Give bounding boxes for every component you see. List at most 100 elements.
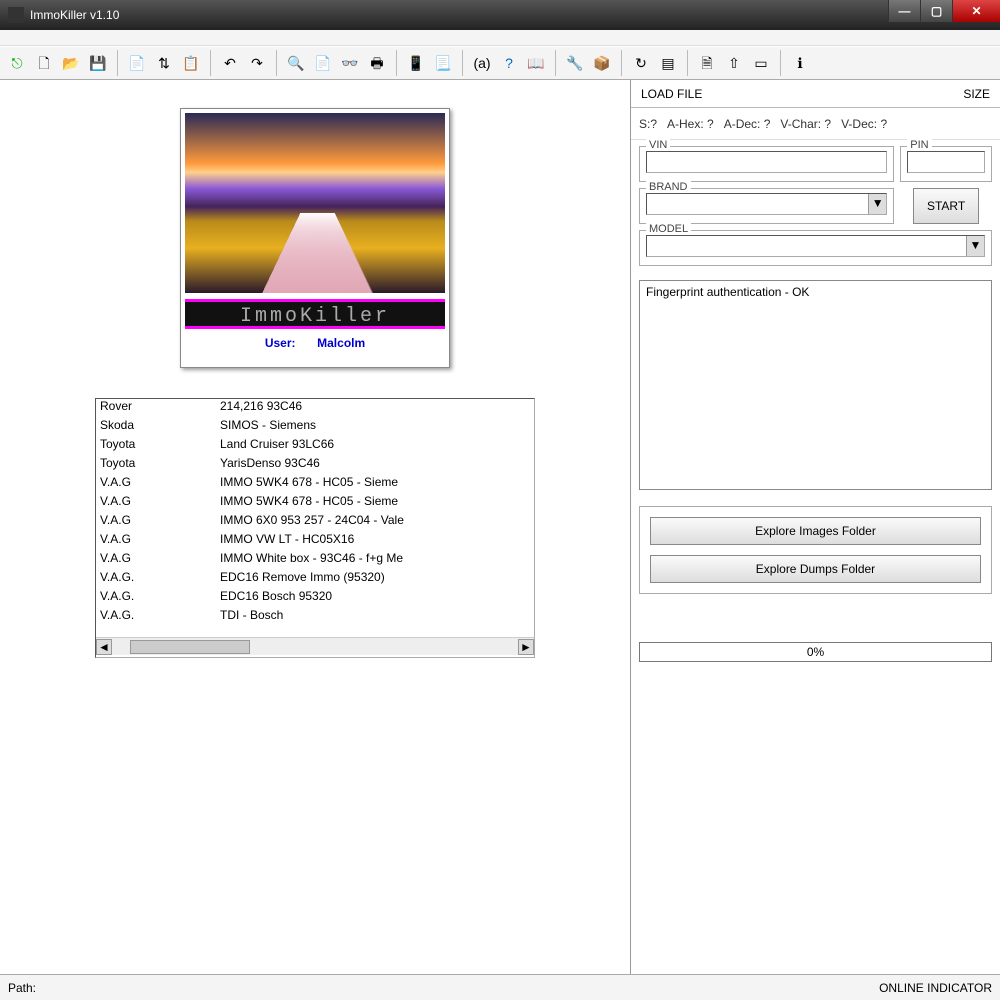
hex-icon[interactable]: (a): [469, 50, 495, 76]
list-model: Land Cruiser 93LC66: [220, 437, 530, 456]
binoculars-icon[interactable]: 👓: [337, 50, 363, 76]
list-brand: Rover: [100, 399, 220, 418]
model-select[interactable]: ▼: [646, 235, 985, 257]
log-output: Fingerprint authentication - OK: [639, 280, 992, 490]
list-item[interactable]: V.A.GIMMO 5WK4 678 - HC05 - Sieme: [96, 494, 534, 513]
path-label: Path:: [8, 981, 36, 995]
explore-images-button[interactable]: Explore Images Folder: [650, 517, 981, 545]
scroll-right-icon[interactable]: ►: [518, 639, 534, 655]
pin-input[interactable]: [907, 151, 985, 173]
model-label: MODEL: [646, 223, 691, 235]
copy-icon[interactable]: 📄: [124, 50, 150, 76]
list-item[interactable]: ToyotaYarisDenso 93C46: [96, 456, 534, 475]
app-window: ImmoKiller v1.10 — ▢ ✕ ⎋🗋📂💾📄⇅📋↶↷🔍📄👓🖶📱📃(a…: [0, 0, 1000, 1000]
doc-new-icon[interactable]: 🗋: [31, 50, 57, 76]
user-label: User:: [265, 336, 296, 350]
list-brand: V.A.G.: [100, 589, 220, 608]
paste-icon[interactable]: 📋: [178, 50, 204, 76]
list-model: EDC16 Remove Immo (95320): [220, 570, 530, 589]
list-item[interactable]: V.A.GIMMO White box - 93C46 - f+g Me: [96, 551, 534, 570]
list-brand: V.A.G: [100, 475, 220, 494]
toolbar-separator: [205, 50, 211, 76]
list-model: SIMOS - Siemens: [220, 418, 530, 437]
doc2-icon[interactable]: 🗎: [694, 50, 720, 76]
list-item[interactable]: V.A.GIMMO 6X0 953 257 - 24C04 - Vale: [96, 513, 534, 532]
up-icon[interactable]: ⇧: [721, 50, 747, 76]
minimize-button[interactable]: —: [888, 0, 920, 22]
toolbar-separator: [616, 50, 622, 76]
left-pane: ImmoKiller User: Malcolm Rover214,216 93…: [0, 80, 630, 974]
maximize-button[interactable]: ▢: [920, 0, 952, 22]
window-buttons: — ▢ ✕: [888, 0, 1000, 30]
splash-image: [185, 113, 445, 293]
list-item[interactable]: V.A.GIMMO 5WK4 678 - HC05 - Sieme: [96, 475, 534, 494]
find-icon[interactable]: 🔍: [283, 50, 309, 76]
list-model: YarisDenso 93C46: [220, 456, 530, 475]
chevron-down-icon[interactable]: ▼: [868, 194, 886, 214]
undo-icon[interactable]: ↶: [217, 50, 243, 76]
updown-icon[interactable]: ⇅: [151, 50, 177, 76]
doc-open-icon[interactable]: 📂: [58, 50, 84, 76]
redo-icon[interactable]: ↷: [244, 50, 270, 76]
chip-icon[interactable]: ▤: [655, 50, 681, 76]
doc-save-icon[interactable]: 💾: [85, 50, 111, 76]
scroll-left-icon[interactable]: ◄: [96, 639, 112, 655]
list-brand: Toyota: [100, 437, 220, 456]
chevron-down-icon[interactable]: ▼: [966, 236, 984, 256]
list-item[interactable]: V.A.G.TDI - Bosch: [96, 608, 534, 627]
page2-icon[interactable]: 📃: [430, 50, 456, 76]
toolbar-separator: [457, 50, 463, 76]
toolbar-separator: [391, 50, 397, 76]
stat-vdec: V-Dec: ?: [841, 117, 887, 131]
vehicle-list: Rover214,216 93C46SkodaSIMOS - SiemensTo…: [95, 398, 535, 658]
model-group: MODEL ▼: [639, 230, 992, 266]
calc-icon[interactable]: 📱: [403, 50, 429, 76]
list-item[interactable]: V.A.G.EDC16 Remove Immo (95320): [96, 570, 534, 589]
vin-input[interactable]: [646, 151, 887, 173]
list-item[interactable]: V.A.GIMMO VW LT - HC05X16: [96, 532, 534, 551]
right-pane: LOAD FILE SIZE S:? A-Hex: ? A-Dec: ? V-C…: [630, 80, 1000, 974]
stat-adec: A-Dec: ?: [724, 117, 771, 131]
vehicle-listbox[interactable]: Rover214,216 93C46SkodaSIMOS - SiemensTo…: [96, 399, 534, 637]
scroll-thumb[interactable]: [130, 640, 250, 654]
online-indicator-label: ONLINE INDICATOR: [879, 981, 992, 995]
wrench-icon[interactable]: 🔧: [562, 50, 588, 76]
toolbar-separator: [775, 50, 781, 76]
list-brand: V.A.G: [100, 513, 220, 532]
box-icon[interactable]: 📦: [589, 50, 615, 76]
list-item[interactable]: ToyotaLand Cruiser 93LC66: [96, 437, 534, 456]
brand-group: BRAND ▼: [639, 188, 894, 224]
exit-icon[interactable]: ⎋: [4, 50, 30, 76]
list-model: IMMO 5WK4 678 - HC05 - Sieme: [220, 475, 530, 494]
pin-label: PIN: [907, 139, 931, 151]
explore-dumps-button[interactable]: Explore Dumps Folder: [650, 555, 981, 583]
toolbar-separator: [112, 50, 118, 76]
select-icon[interactable]: ▭: [748, 50, 774, 76]
close-button[interactable]: ✕: [952, 0, 1000, 22]
list-item[interactable]: Rover214,216 93C46: [96, 399, 534, 418]
user-name: Malcolm: [317, 336, 365, 350]
list-item[interactable]: SkodaSIMOS - Siemens: [96, 418, 534, 437]
progress-bar: 0%: [639, 642, 992, 662]
list-model: TDI - Bosch: [220, 608, 530, 627]
horizontal-scrollbar[interactable]: ◄ ►: [96, 637, 534, 655]
list-model: IMMO VW LT - HC05X16: [220, 532, 530, 551]
refresh-icon[interactable]: ↻: [628, 50, 654, 76]
list-brand: V.A.G.: [100, 608, 220, 627]
brand-banner: ImmoKiller: [185, 299, 445, 329]
help-icon[interactable]: ?: [496, 50, 522, 76]
list-brand: V.A.G: [100, 532, 220, 551]
menubar: [0, 30, 1000, 46]
print-icon[interactable]: 🖶: [364, 50, 390, 76]
brand-select[interactable]: ▼: [646, 193, 887, 215]
list-model: IMMO 5WK4 678 - HC05 - Sieme: [220, 494, 530, 513]
list-item[interactable]: V.A.G.EDC16 Bosch 95320: [96, 589, 534, 608]
start-button[interactable]: START: [913, 188, 979, 224]
info-icon[interactable]: ℹ: [787, 50, 813, 76]
load-file-label: LOAD FILE: [641, 87, 702, 101]
load-file-header: LOAD FILE SIZE: [631, 80, 1000, 108]
stat-vchar: V-Char: ?: [780, 117, 831, 131]
book-icon[interactable]: 📖: [523, 50, 549, 76]
window-title: ImmoKiller v1.10: [30, 8, 888, 22]
page-icon[interactable]: 📄: [310, 50, 336, 76]
